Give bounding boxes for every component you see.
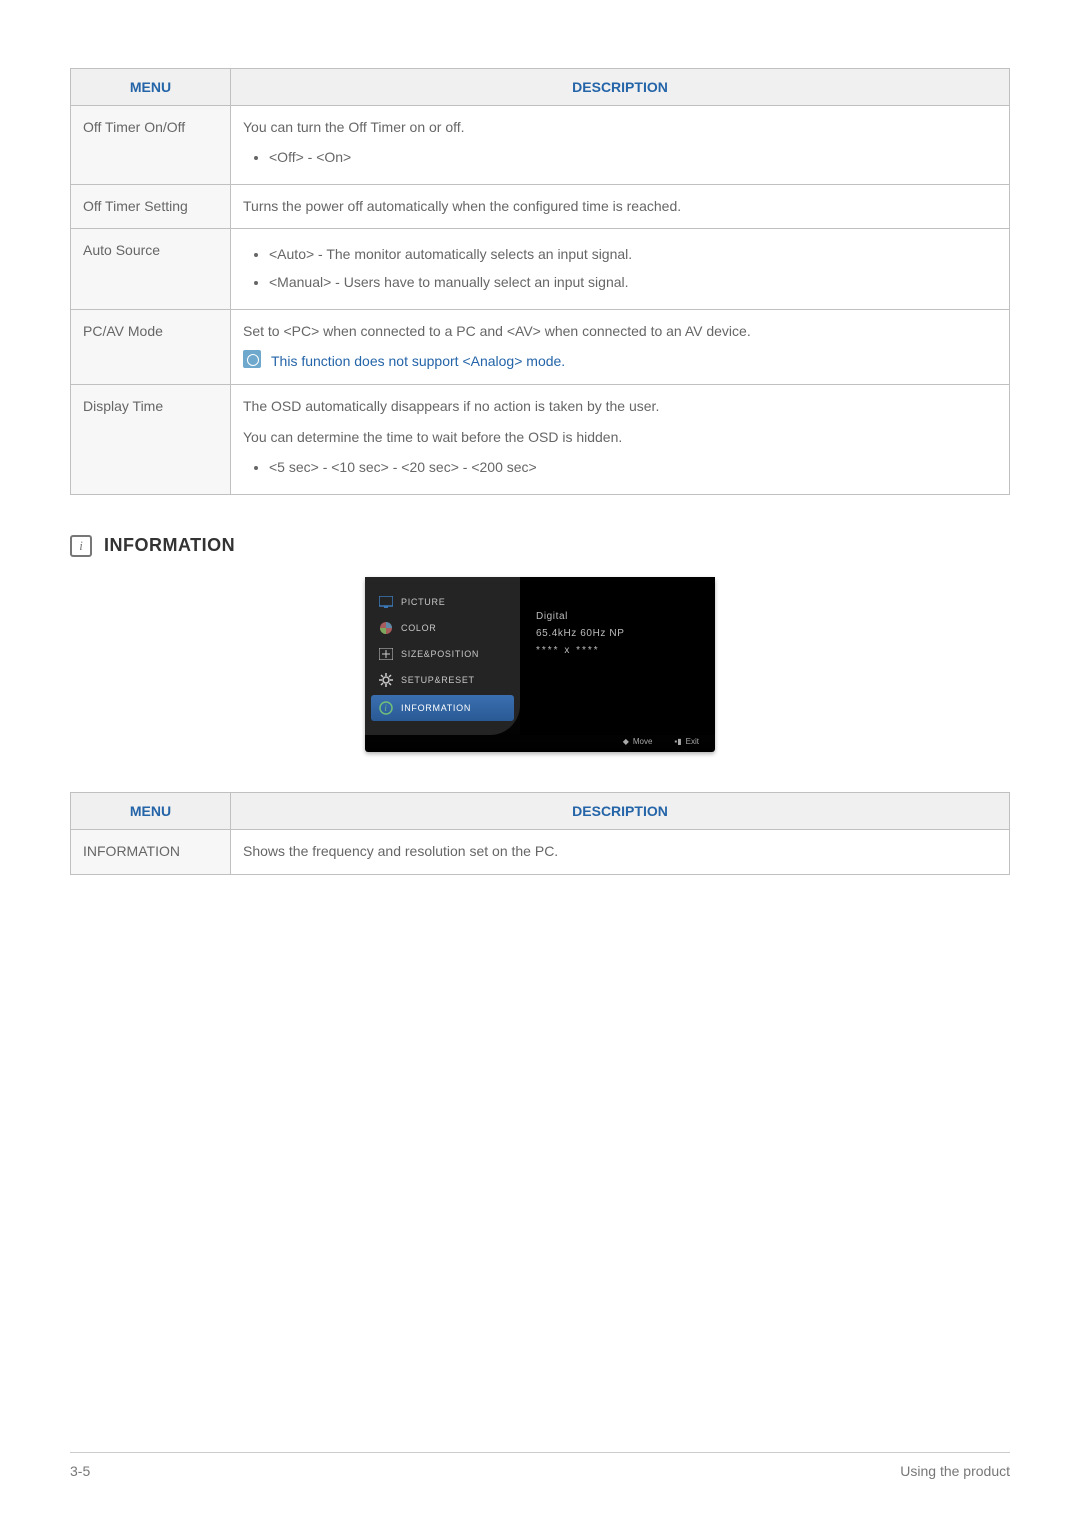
- note-text: This function does not support <Analog> …: [271, 350, 565, 374]
- table-row: Off Timer Setting Turns the power off au…: [71, 184, 1010, 229]
- description-text: The OSD automatically disappears if no a…: [243, 395, 997, 419]
- table-row: Auto Source <Auto> - The monitor automat…: [71, 229, 1010, 310]
- column-header-menu: MENU: [71, 792, 231, 829]
- picture-icon: [379, 595, 393, 609]
- menu-description: You can turn the Off Timer on or off. <O…: [231, 106, 1010, 185]
- table-row: Display Time The OSD automatically disap…: [71, 384, 1010, 494]
- information-menu-table: MENU DESCRIPTION INFORMATION Shows the f…: [70, 792, 1010, 875]
- osd-info-resolution: **** x ****: [536, 645, 699, 656]
- osd-menu-label: SETUP&RESET: [401, 675, 475, 685]
- osd-menu-label: SIZE&POSITION: [401, 649, 479, 659]
- color-icon: [379, 621, 393, 635]
- osd-menu-label: COLOR: [401, 623, 437, 633]
- menu-name: PC/AV Mode: [71, 309, 231, 384]
- gear-icon: [379, 673, 393, 687]
- setup-menu-table: MENU DESCRIPTION Off Timer On/Off You ca…: [70, 68, 1010, 495]
- description-option: <Auto> - The monitor automatically selec…: [269, 243, 997, 267]
- svg-text:i: i: [384, 703, 387, 713]
- osd-footer-exit: ▪▮ Exit: [674, 737, 699, 746]
- information-circle-icon: i: [379, 701, 393, 715]
- exit-icon: ▪▮: [674, 737, 681, 746]
- menu-description: Set to <PC> when connected to a PC and <…: [231, 309, 1010, 384]
- osd-menu-label: INFORMATION: [401, 703, 471, 713]
- osd-screenshot: PICTURE COLOR SIZE&POSITION: [365, 577, 715, 752]
- section-title: INFORMATION: [104, 535, 235, 556]
- osd-footer-label: Exit: [686, 737, 699, 746]
- osd-info-frequency: 65.4kHz 60Hz NP: [536, 628, 699, 639]
- description-option: <5 sec> - <10 sec> - <20 sec> - <200 sec…: [269, 456, 997, 480]
- size-position-icon: [379, 647, 393, 661]
- table-row: PC/AV Mode Set to <PC> when connected to…: [71, 309, 1010, 384]
- menu-name: Display Time: [71, 384, 231, 494]
- osd-footer-move: ◆ Move: [623, 737, 653, 746]
- table-row: Off Timer On/Off You can turn the Off Ti…: [71, 106, 1010, 185]
- osd-info-panel: Digital 65.4kHz 60Hz NP **** x ****: [520, 577, 715, 735]
- note-icon: [243, 350, 261, 368]
- menu-description: <Auto> - The monitor automatically selec…: [231, 229, 1010, 310]
- osd-menu-item-setup-reset: SETUP&RESET: [365, 667, 520, 693]
- section-name: Using the product: [900, 1463, 1010, 1479]
- menu-name: INFORMATION: [71, 829, 231, 874]
- table-row: INFORMATION Shows the frequency and reso…: [71, 829, 1010, 874]
- osd-info-signal: Digital: [536, 611, 699, 622]
- osd-menu-label: PICTURE: [401, 597, 445, 607]
- menu-name: Off Timer On/Off: [71, 106, 231, 185]
- menu-name: Off Timer Setting: [71, 184, 231, 229]
- updown-icon: ◆: [623, 737, 629, 746]
- menu-description: The OSD automatically disappears if no a…: [231, 384, 1010, 494]
- osd-footer-label: Move: [633, 737, 653, 746]
- menu-description: Turns the power off automatically when t…: [231, 184, 1010, 229]
- menu-description: Shows the frequency and resolution set o…: [231, 829, 1010, 874]
- description-text: You can determine the time to wait befor…: [243, 426, 997, 450]
- column-header-description: DESCRIPTION: [231, 69, 1010, 106]
- description-text: You can turn the Off Timer on or off.: [243, 116, 997, 140]
- page-footer: 3-5 Using the product: [70, 1452, 1010, 1479]
- osd-footer: ◆ Move ▪▮ Exit: [365, 735, 715, 750]
- column-header-menu: MENU: [71, 69, 231, 106]
- osd-menu-item-color: COLOR: [365, 615, 520, 641]
- page-number: 3-5: [70, 1463, 90, 1479]
- menu-name: Auto Source: [71, 229, 231, 310]
- section-heading-information: i INFORMATION: [70, 535, 1010, 557]
- description-option: <Manual> - Users have to manually select…: [269, 271, 997, 295]
- description-text: Set to <PC> when connected to a PC and <…: [243, 320, 997, 344]
- osd-menu-item-size-position: SIZE&POSITION: [365, 641, 520, 667]
- osd-menu-item-information: i INFORMATION: [371, 695, 514, 721]
- information-icon: i: [70, 535, 92, 557]
- osd-menu-list: PICTURE COLOR SIZE&POSITION: [365, 577, 520, 735]
- description-option: <Off> - <On>: [269, 146, 997, 170]
- osd-menu-item-picture: PICTURE: [365, 589, 520, 615]
- column-header-description: DESCRIPTION: [231, 792, 1010, 829]
